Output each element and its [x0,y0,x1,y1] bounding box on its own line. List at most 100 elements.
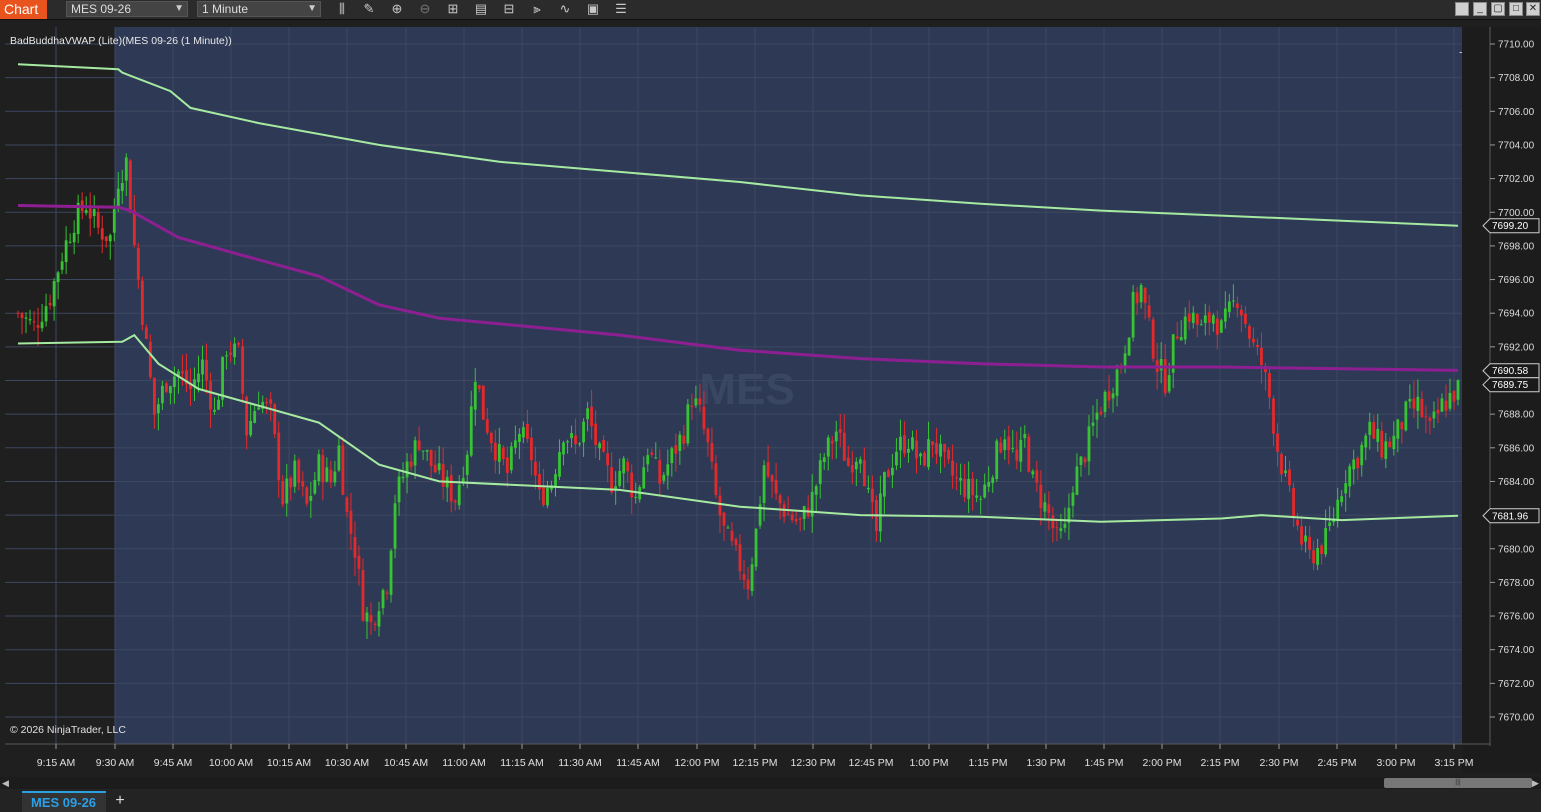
scrollbar-thumb[interactable]: ||| [1384,778,1532,788]
zoom-in-icon[interactable]: ⊕ [389,1,405,17]
candle-body [369,614,373,622]
candle-body [1316,547,1320,565]
candle-body [1051,515,1055,529]
candle-body [690,405,694,408]
horizontal-scrollbar[interactable]: ◀ ||| ▶ [0,777,1541,789]
chart-panel[interactable]: MES BadBuddhaVWAP (Lite)(MES 09-26 (1 Min… [0,20,1541,777]
candle-body [128,160,132,213]
add-tab-button[interactable]: + [112,792,128,810]
candle-body [1063,523,1067,528]
restore-window-icon[interactable]: ▢ [1491,2,1505,16]
price-chart[interactable]: MES BadBuddhaVWAP (Lite)(MES 09-26 (1 Min… [0,20,1541,777]
candle-body [1416,396,1420,411]
candle-body [469,406,473,456]
time-tick-label: 2:15 PM [1200,757,1239,769]
price-tick-label: 7672.00 [1498,679,1535,690]
candle-body [754,528,758,567]
candle-body [742,574,746,580]
time-tick-label: 1:00 PM [909,757,948,769]
candle-body [798,518,802,520]
candle-body [1260,347,1263,366]
candle-body [762,465,766,503]
instrument-selector[interactable]: MES 09-26 ▼ [66,1,188,17]
menu-icon[interactable]: ☰ [613,1,629,17]
candle-body [899,436,902,451]
candle-body [854,461,858,470]
candle-body [1191,312,1195,323]
candle-body [534,461,537,476]
candle-body [963,478,967,497]
candle-body [120,182,124,192]
candle-body [606,453,610,466]
candle-body [838,428,842,433]
candle-body [570,433,573,439]
tile-window-icon[interactable] [1455,2,1469,16]
indicators-icon[interactable]: ▣ [585,1,601,17]
candle-body [317,454,321,482]
candle-body [1219,320,1223,333]
candle-body [28,319,32,321]
interval-selector[interactable]: 1 Minute ▼ [197,1,321,17]
candle-body [68,241,72,243]
time-tick-label: 2:30 PM [1259,757,1298,769]
candle-body [385,592,389,594]
candle-body [1304,535,1307,542]
price-axis [1462,27,1541,774]
maximize-window-icon[interactable]: □ [1509,2,1523,16]
candle-body [1179,337,1183,341]
candle-body [405,461,409,478]
candle-body [1308,536,1311,550]
bar-type-icon[interactable]: ⫼ [334,1,350,17]
candle-body [417,440,421,451]
properties-icon[interactable]: ⊟ [501,1,517,17]
candle-body [546,487,549,506]
candle-body [1248,325,1251,339]
candle-body [1288,469,1291,486]
candle-body [169,386,172,394]
minimize-window-icon[interactable]: _ [1473,2,1487,16]
scroll-left-icon[interactable]: ◀ [2,777,10,789]
candle-body [60,261,64,270]
candle-body [802,506,806,519]
data-box-icon[interactable]: ▤ [473,1,489,17]
candle-body [686,404,690,444]
candle-body [449,475,453,502]
candle-body [205,359,208,381]
candle-body [485,419,489,433]
time-tick-label: 9:30 AM [96,757,135,769]
candle-body [574,435,577,445]
candle-body [473,381,477,410]
candle-body [718,495,722,516]
chart-menu-button[interactable]: Chart [0,0,47,19]
price-tick-label: 7706.00 [1498,107,1535,118]
candle-body [542,487,545,505]
candle-body [1135,292,1139,304]
crosshair-icon[interactable]: ⊞ [445,1,461,17]
strategy-icon[interactable]: ∿ [557,1,573,17]
candle-body [112,209,116,233]
candle-body [409,461,413,467]
candle-body [429,449,433,467]
candle-body [241,346,245,394]
candle-body [1091,422,1095,426]
tab-mes-0926[interactable]: MES 09-26 [22,791,106,812]
candle-body [935,442,938,454]
close-window-icon[interactable]: ✕ [1526,2,1540,16]
candle-body [1059,528,1063,531]
candle-body [834,431,838,442]
candle-body [670,448,674,464]
scroll-right-icon[interactable]: ▶ [1532,777,1540,789]
candle-body [646,455,650,465]
zoom-out-icon[interactable]: ⊖ [417,1,433,17]
time-tick-label: 11:00 AM [442,757,486,769]
candle-body [501,447,505,460]
draw-pencil-icon[interactable]: ✎ [361,1,377,17]
candle-body [1340,496,1344,503]
chart-trader-icon[interactable]: ⫸ [529,1,545,17]
candle-body [124,157,128,181]
candle-body [497,444,501,462]
candle-body [305,487,309,504]
candle-body [1432,411,1436,419]
candle-body [987,481,991,487]
time-tick-label: 10:30 AM [325,757,369,769]
